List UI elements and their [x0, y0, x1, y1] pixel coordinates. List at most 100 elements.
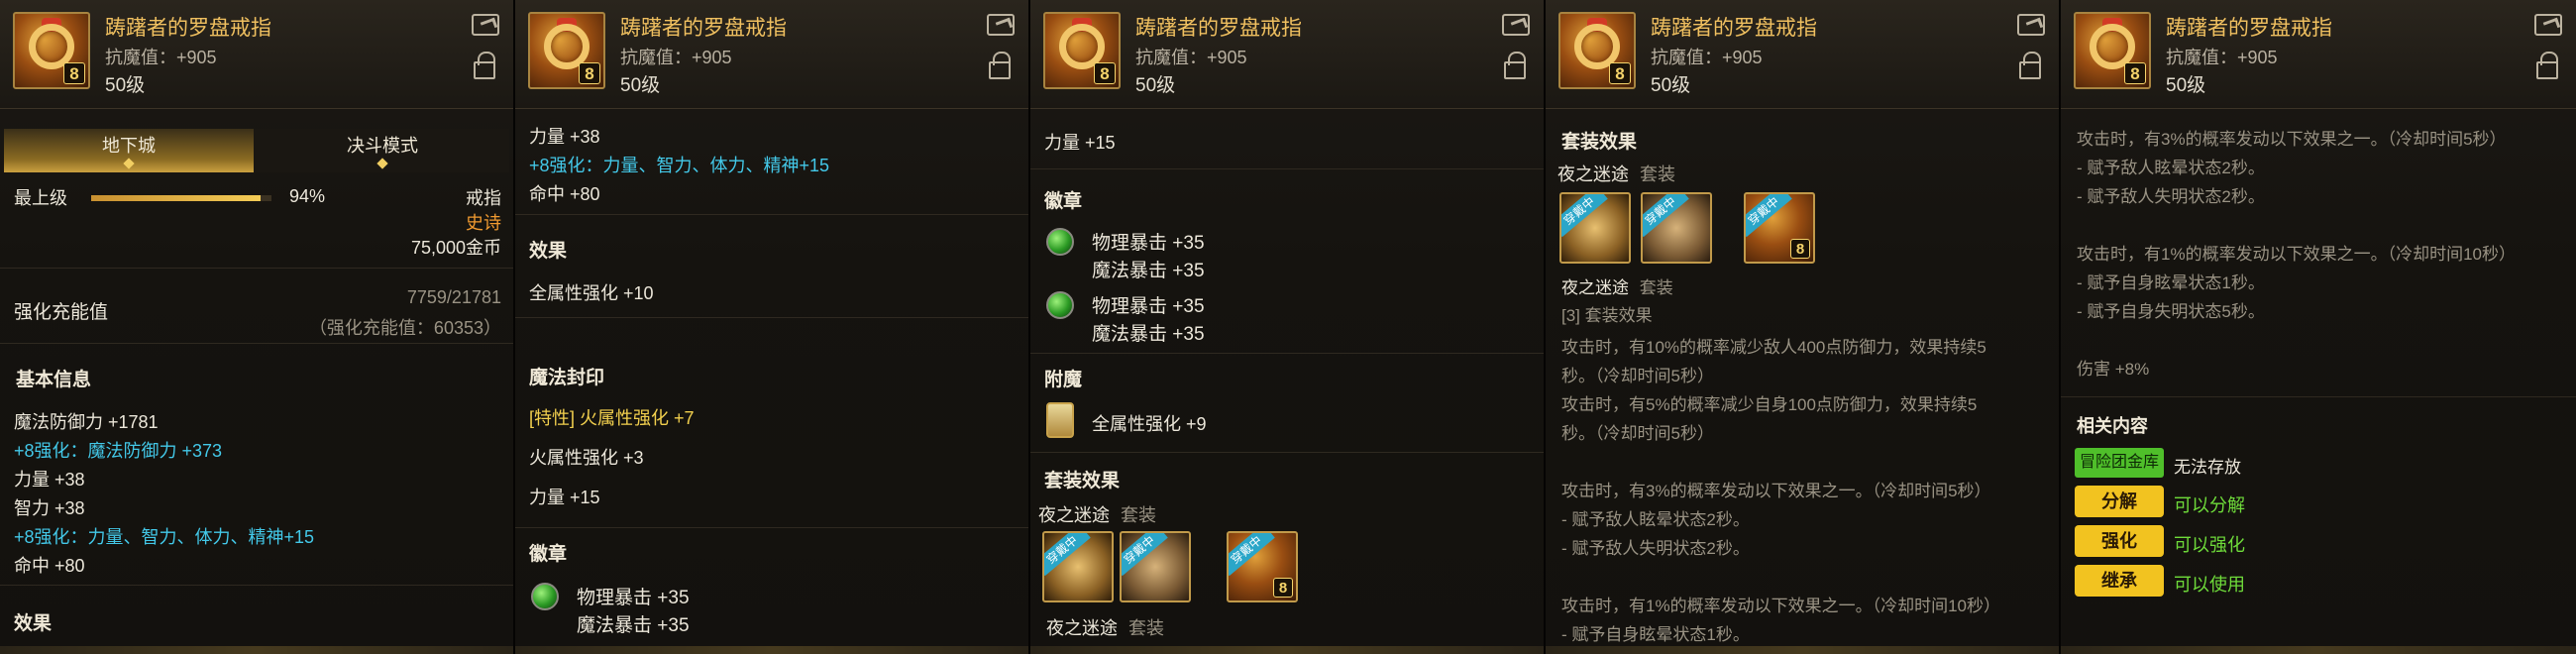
disassemble-status: 可以分解: [2174, 495, 2245, 515]
item-resist: 抗魔值：+905: [620, 48, 732, 67]
set-description-line: - 赋予敌人眩晕状态2秒。: [2077, 159, 2265, 177]
lock-icon[interactable]: [474, 52, 495, 79]
item-level: 50级: [2166, 75, 2206, 96]
ring-item-icon: 8: [528, 12, 605, 89]
emblem-line: 魔法暴击 +35: [1092, 261, 1205, 281]
set-piece-icon[interactable]: 穿戴中: [1559, 192, 1631, 264]
lock-icon[interactable]: [2536, 52, 2558, 79]
mode-tabs: 地下城 决斗模式: [4, 129, 509, 172]
lock-icon[interactable]: [989, 52, 1011, 79]
item-header: 8 踌躇者的罗盘戒指 抗魔值：+905 50级: [1546, 0, 2059, 109]
emblem-line: 物理暴击 +35: [1092, 233, 1205, 254]
divider: [0, 585, 513, 586]
vault-status: 无法存放: [2174, 458, 2241, 477]
emblem-gem-icon: [1046, 291, 1074, 319]
item-resist: 抗魔值：+905: [105, 48, 217, 67]
set-piece-icon[interactable]: 穿戴中: [1641, 192, 1712, 264]
item-rarity: 史诗: [466, 213, 501, 233]
share-icon[interactable]: [472, 14, 499, 36]
enchant-heading: 附魔: [1044, 370, 1083, 390]
emblem-line: 魔法暴击 +35: [577, 615, 690, 636]
share-icon[interactable]: [2534, 14, 2562, 36]
effect-heading: 效果: [14, 613, 53, 634]
divider: [0, 343, 513, 344]
divider: [0, 268, 513, 269]
set-piece-icon[interactable]: 穿戴中 8: [1744, 192, 1815, 264]
share-icon[interactable]: [987, 14, 1015, 36]
emblem-line: 物理暴击 +35: [577, 588, 690, 608]
set-description-line: 攻击时，有5%的概率减少自身100点防御力，效果持续5: [1561, 395, 1978, 414]
grade-bar: [91, 195, 271, 201]
seal-line: 力量 +15: [529, 488, 600, 507]
lock-icon[interactable]: [1504, 52, 1526, 79]
set-name-row: 夜之迷途 套装: [1038, 501, 1156, 527]
item-level: 50级: [1651, 75, 1691, 96]
tab-pvp[interactable]: 决斗模式: [254, 129, 511, 172]
tooltip-body: 力量 +38 +8强化：力量、智力、体力、精神+15 命中 +80 效果 全属性…: [515, 109, 1028, 646]
set-description-line: 攻击时，有1%的概率发动以下效果之一。（冷却时间10秒）: [1561, 597, 2000, 615]
reinforce-value: 7759/21781: [406, 287, 501, 307]
set-name: 夜之迷途: [1557, 164, 1629, 184]
item-header: 8 踌躇者的罗盘戒指 抗魔值：+905 50级: [1030, 0, 1544, 109]
set-piece-icon[interactable]: 穿戴中 8: [1227, 531, 1298, 602]
set-description-line: 攻击时，有1%的概率发动以下效果之一。（冷却时间10秒）: [2077, 245, 2516, 264]
set-description-line: 攻击时，有3%的概率发动以下效果之一。（冷却时间5秒）: [2077, 130, 2507, 149]
reinforce-note: （强化充能值：60353）: [308, 318, 501, 338]
disassemble-button[interactable]: 分解: [2075, 486, 2164, 517]
set-description-line: 秒。（冷却时间5秒）: [1561, 424, 1714, 443]
stat-line: 智力 +38: [14, 498, 85, 518]
ring-item-icon: 8: [2074, 12, 2151, 89]
item-title: 踌躇者的罗盘戒指: [1651, 17, 1817, 40]
related-heading: 相关内容: [2077, 416, 2148, 436]
tooltip-body: 力量 +15 徽章 物理暴击 +35 魔法暴击 +35 物理暴击 +35 魔法暴…: [1030, 109, 1544, 646]
item-level: 50级: [1135, 75, 1176, 96]
stat-line: 力量 +38: [14, 470, 85, 490]
set-name: 夜之迷途: [1561, 278, 1629, 297]
item-resist: 抗魔值：+905: [1651, 48, 1763, 67]
item-title: 踌躇者的罗盘戒指: [105, 17, 271, 40]
equipped-badge: 穿戴中: [1643, 194, 1689, 238]
set-name: 夜之迷途: [1038, 505, 1110, 525]
set-name-row: 夜之迷途 套装: [1561, 273, 1673, 298]
item-resist: 抗魔值：+905: [2166, 48, 2278, 67]
set-suffix: 套装: [1639, 278, 1673, 297]
upgrade-level-badge: 8: [1790, 239, 1810, 259]
divider: [1030, 168, 1544, 169]
set-suffix: 套装: [1121, 505, 1157, 525]
reinforce-button[interactable]: 强化: [2075, 525, 2164, 557]
share-icon[interactable]: [2017, 14, 2045, 36]
equipped-badge: 穿戴中: [1746, 194, 1792, 238]
effect-line: 全属性强化 +10: [529, 283, 654, 303]
set-name-row: 夜之迷途 套装: [1046, 614, 1164, 640]
tab-dungeon[interactable]: 地下城: [4, 129, 254, 172]
reinforce-status: 可以强化: [2174, 535, 2245, 555]
set-description-line: - 赋予敌人眩晕状态2秒。: [1561, 510, 1750, 529]
seal-trait: [特性] 火属性强化 +7: [529, 408, 695, 428]
set-description-line: - 赋予敌人失明状态2秒。: [1561, 539, 1750, 558]
set-suffix: 套装: [1640, 164, 1676, 184]
set-description-line: 攻击时，有3%的概率发动以下效果之一。（冷却时间5秒）: [1561, 482, 1991, 500]
divider: [2061, 396, 2576, 397]
grade-percent: 94%: [289, 186, 326, 206]
set-description-line: 伤害 +8%: [2077, 360, 2150, 379]
upgrade-level-badge: 8: [579, 62, 600, 84]
reinforce-label: 强化充能值: [14, 302, 109, 323]
set-piece-icon[interactable]: 穿戴中: [1042, 531, 1114, 602]
tooltip-body: 套装效果 夜之迷途 套装 穿戴中 穿戴中 穿戴中 8 夜之迷途 套装 [3] 套…: [1546, 109, 2059, 646]
upgrade-level-badge: 8: [2124, 62, 2146, 84]
stat-line: +8强化：魔法防御力 +373: [14, 441, 223, 461]
grade-label: 最上级: [14, 188, 67, 208]
set-description-line: 秒。（冷却时间5秒）: [1561, 367, 1714, 385]
divider: [515, 527, 1028, 528]
set-piece-icon[interactable]: 穿戴中: [1120, 531, 1191, 602]
lock-icon[interactable]: [2019, 52, 2041, 79]
item-level: 50级: [620, 75, 661, 96]
inherit-button[interactable]: 继承: [2075, 565, 2164, 597]
stat-line: 命中 +80: [529, 184, 600, 204]
tooltip-panel-3: 8 踌躇者的罗盘戒指 抗魔值：+905 50级 力量 +15 徽章 物理暴击 +…: [1030, 0, 1546, 654]
set-count: [3] 套装效果: [1561, 306, 1653, 325]
equipped-badge: 穿戴中: [1044, 533, 1091, 577]
set-name: 夜之迷途: [1046, 618, 1118, 638]
seal-heading: 魔法封印: [529, 368, 605, 388]
share-icon[interactable]: [1502, 14, 1530, 36]
